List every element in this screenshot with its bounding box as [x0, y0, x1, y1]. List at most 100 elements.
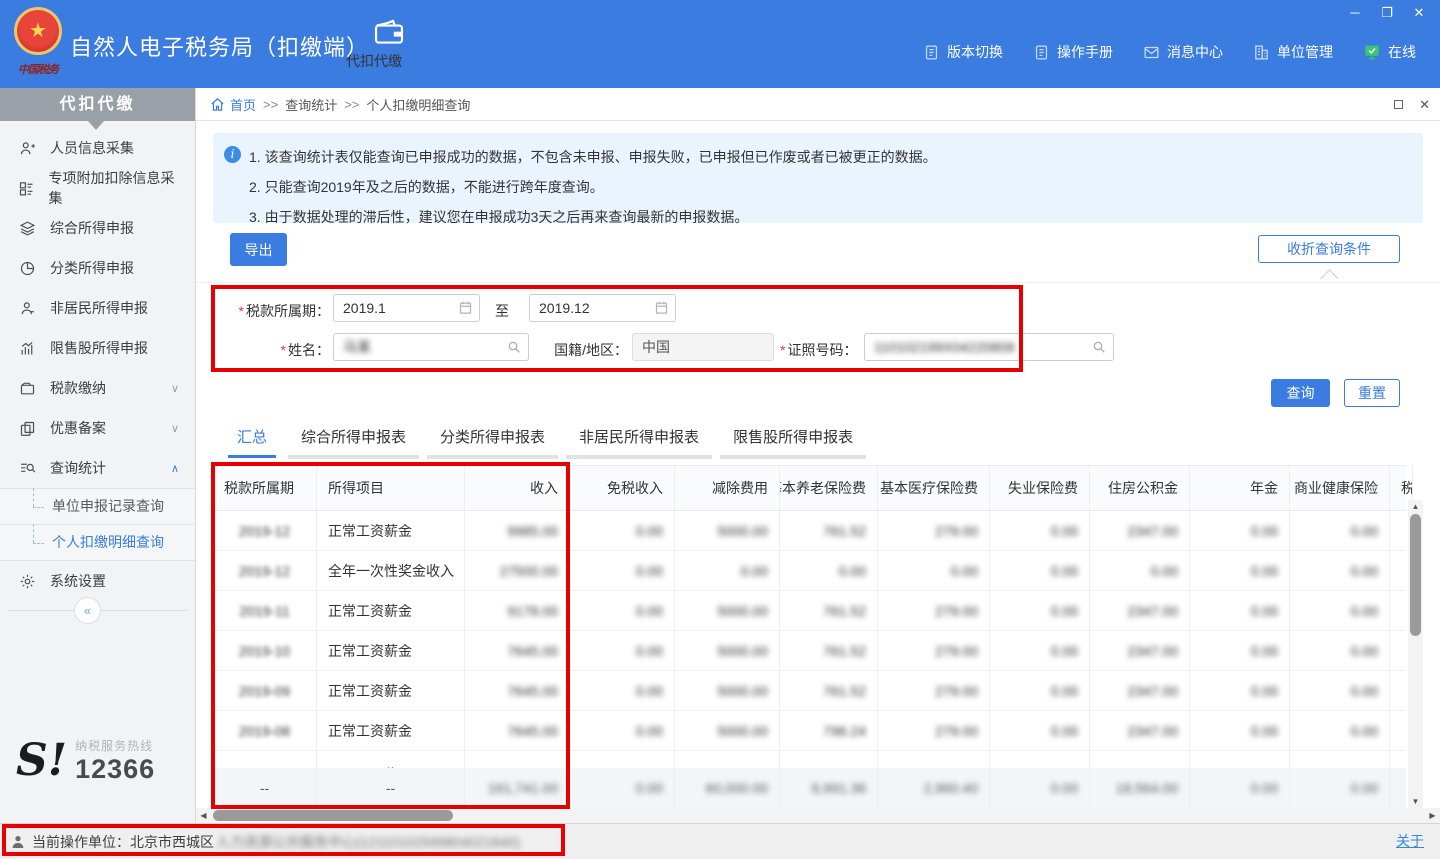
summary-value: 18,564.00: [1090, 768, 1190, 808]
restore-button[interactable]: ❐: [1378, 4, 1396, 22]
calendar-icon[interactable]: [654, 300, 669, 315]
table-header-cell: 免税收入: [570, 466, 675, 510]
cell-income-item: 正常工资薪金: [317, 711, 465, 750]
cell-period: 2019-08: [213, 711, 317, 750]
cell-value: 0.00: [780, 551, 878, 590]
minimize-button[interactable]: ─: [1346, 4, 1364, 22]
close-button[interactable]: ✕: [1410, 4, 1428, 22]
tab-report-3[interactable]: 非居民所得申报表: [562, 421, 716, 458]
cell-value: [570, 751, 675, 768]
query-button[interactable]: 查询: [1271, 379, 1330, 407]
cell-value: 0.00: [1190, 511, 1290, 550]
sidebar-item-comprehensive-income[interactable]: 综合所得申报: [0, 208, 195, 248]
sidebar-subitem-personal-withholding-detail-query[interactable]: 个人扣缴明细查询: [0, 525, 195, 561]
cell-value: 2347.00: [1090, 631, 1190, 670]
header-menu-version-switch[interactable]: 版本切换: [923, 42, 1003, 62]
vertical-scrollbar[interactable]: ▲ ▼: [1408, 500, 1423, 808]
cell-period: [213, 751, 317, 768]
period-label: *税款所属期：: [206, 301, 330, 321]
cell-value: 2347.00: [1090, 591, 1190, 630]
period-to-input[interactable]: 2019.12: [529, 294, 676, 322]
collapse-query-button[interactable]: 收折查询条件: [1258, 235, 1400, 263]
window-controls: ─ ❐ ✕: [1346, 4, 1428, 22]
cell-value: [465, 751, 570, 768]
table-row[interactable]: 2019-12全年一次性奖金收入27500.000.000.000.000.00…: [213, 551, 1406, 591]
scroll-left-icon[interactable]: ◀: [197, 808, 210, 823]
chevron-down-icon: ∨: [171, 382, 179, 395]
sidebar-item-tax-payment[interactable]: 税款缴纳 ∨: [0, 368, 195, 408]
breadcrumb-home[interactable]: 首页: [210, 95, 256, 114]
scroll-up-icon[interactable]: ▲: [1408, 500, 1423, 513]
vertical-scroll-thumb[interactable]: [1410, 514, 1421, 636]
calendar-icon[interactable]: [458, 300, 473, 315]
id-number-input[interactable]: 110102199X04220808: [864, 333, 1114, 361]
sidebar-item-query-statistics[interactable]: 查询统计∧: [0, 448, 195, 488]
sidebar-item-preferential-filing[interactable]: 优惠备案∨: [0, 408, 195, 448]
table-row[interactable]: ..: [213, 751, 1406, 768]
search-list-icon: [18, 460, 37, 477]
to-label: 至: [495, 301, 509, 321]
period-from-input[interactable]: 2019.1: [333, 294, 480, 322]
sidebar-item-label: 税款缴纳: [50, 378, 106, 398]
form-list-icon: [18, 180, 35, 197]
nationality-input: 中国: [632, 333, 774, 361]
horizontal-scroll-thumb[interactable]: [213, 810, 453, 821]
cell-value: 0.00: [990, 631, 1090, 670]
sidebar-item-nonresident-income[interactable]: 非居民所得申报: [0, 288, 195, 328]
building-icon: [1253, 44, 1270, 61]
summary-item: --: [317, 768, 465, 808]
search-icon[interactable]: [506, 339, 522, 355]
header-menu-manual[interactable]: 操作手册: [1033, 42, 1113, 62]
reset-button[interactable]: 重置: [1344, 379, 1400, 407]
sidebar-item-system-settings[interactable]: 系统设置: [0, 561, 195, 601]
cell-value: 0.00: [1190, 591, 1290, 630]
cell-value: 0.00: [1190, 631, 1290, 670]
breadcrumb-item-query-statistics[interactable]: 查询统计: [285, 95, 337, 114]
person-icon: [18, 300, 37, 317]
table-header-cell: 年金: [1190, 466, 1290, 510]
header-menu-unit-manage[interactable]: 单位管理: [1253, 42, 1333, 62]
sidebar-collapse-button[interactable]: «: [74, 597, 101, 624]
cell-value: 5000.00: [675, 511, 780, 550]
breadcrumb-item-personal-detail: 个人扣缴明细查询: [366, 95, 470, 114]
search-icon[interactable]: [1091, 339, 1107, 355]
table-row[interactable]: 2019-10正常工资薪金7645.000.005000.00761.52279…: [213, 631, 1406, 671]
table-row[interactable]: 2019-11正常工资薪金9178.000.005000.00761.52279…: [213, 591, 1406, 631]
sidebar-item-personnel-info[interactable]: 人员信息采集: [0, 128, 195, 168]
tab-report-1[interactable]: 综合所得申报表: [284, 421, 423, 458]
cell-value: [675, 751, 780, 768]
hotline-logo-icon: S!: [16, 739, 67, 783]
table-row[interactable]: 2019-09正常工资薪金7645.000.005000.00761.52279…: [213, 671, 1406, 711]
table-row[interactable]: 2019-12正常工资薪金9985.000.005000.00761.52279…: [213, 511, 1406, 551]
sidebar-item-special-deduction[interactable]: 专项附加扣除信息采集: [0, 168, 195, 208]
tab-report-4[interactable]: 限售股所得申报表: [716, 421, 870, 458]
horizontal-scrollbar[interactable]: ◀ ▶: [196, 808, 1440, 823]
table-header-cell: 基本养老保险费: [780, 466, 878, 510]
sidebar-item-restricted-stock[interactable]: 限售股所得申报: [0, 328, 195, 368]
header-menu-label: 版本切换: [947, 42, 1003, 62]
app-title: 自然人电子税务局（扣缴端）: [70, 30, 369, 62]
header-menu-online-status[interactable]: 在线: [1363, 42, 1416, 62]
about-link[interactable]: 关于: [1396, 831, 1424, 851]
wallet-icon: [372, 16, 406, 46]
name-input[interactable]: 马某: [333, 333, 529, 361]
summary-value: 0.00: [1290, 768, 1390, 808]
header-menu-message-center[interactable]: 消息中心: [1143, 42, 1223, 62]
cell-value: 0.00: [878, 551, 990, 590]
panel-maximize-icon[interactable]: [1394, 100, 1403, 109]
tab-summary[interactable]: 汇总: [220, 421, 284, 458]
panel-close-icon[interactable]: ✕: [1419, 97, 1430, 113]
cell-value: 0.00: [570, 591, 675, 630]
cell-value: 0.00: [570, 671, 675, 710]
module-tab-withholding[interactable]: 代扣代缴: [346, 16, 432, 51]
sidebar-item-classified-income[interactable]: 分类所得申报: [0, 248, 195, 288]
info-icon: i: [224, 146, 241, 163]
export-button[interactable]: 导出: [230, 233, 287, 266]
table-header-cell: 住房公积金: [1090, 466, 1190, 510]
sidebar-subitem-unit-declare-record-query[interactable]: 单位申报记录查询: [0, 489, 195, 525]
table-row[interactable]: 2019-08正常工资薪金7645.000.005000.00798.24279…: [213, 711, 1406, 751]
user-icon: [10, 834, 26, 850]
tab-report-2[interactable]: 分类所得申报表: [423, 421, 562, 458]
scroll-down-icon[interactable]: ▼: [1408, 795, 1423, 808]
scroll-right-icon[interactable]: ▶: [1426, 808, 1439, 823]
